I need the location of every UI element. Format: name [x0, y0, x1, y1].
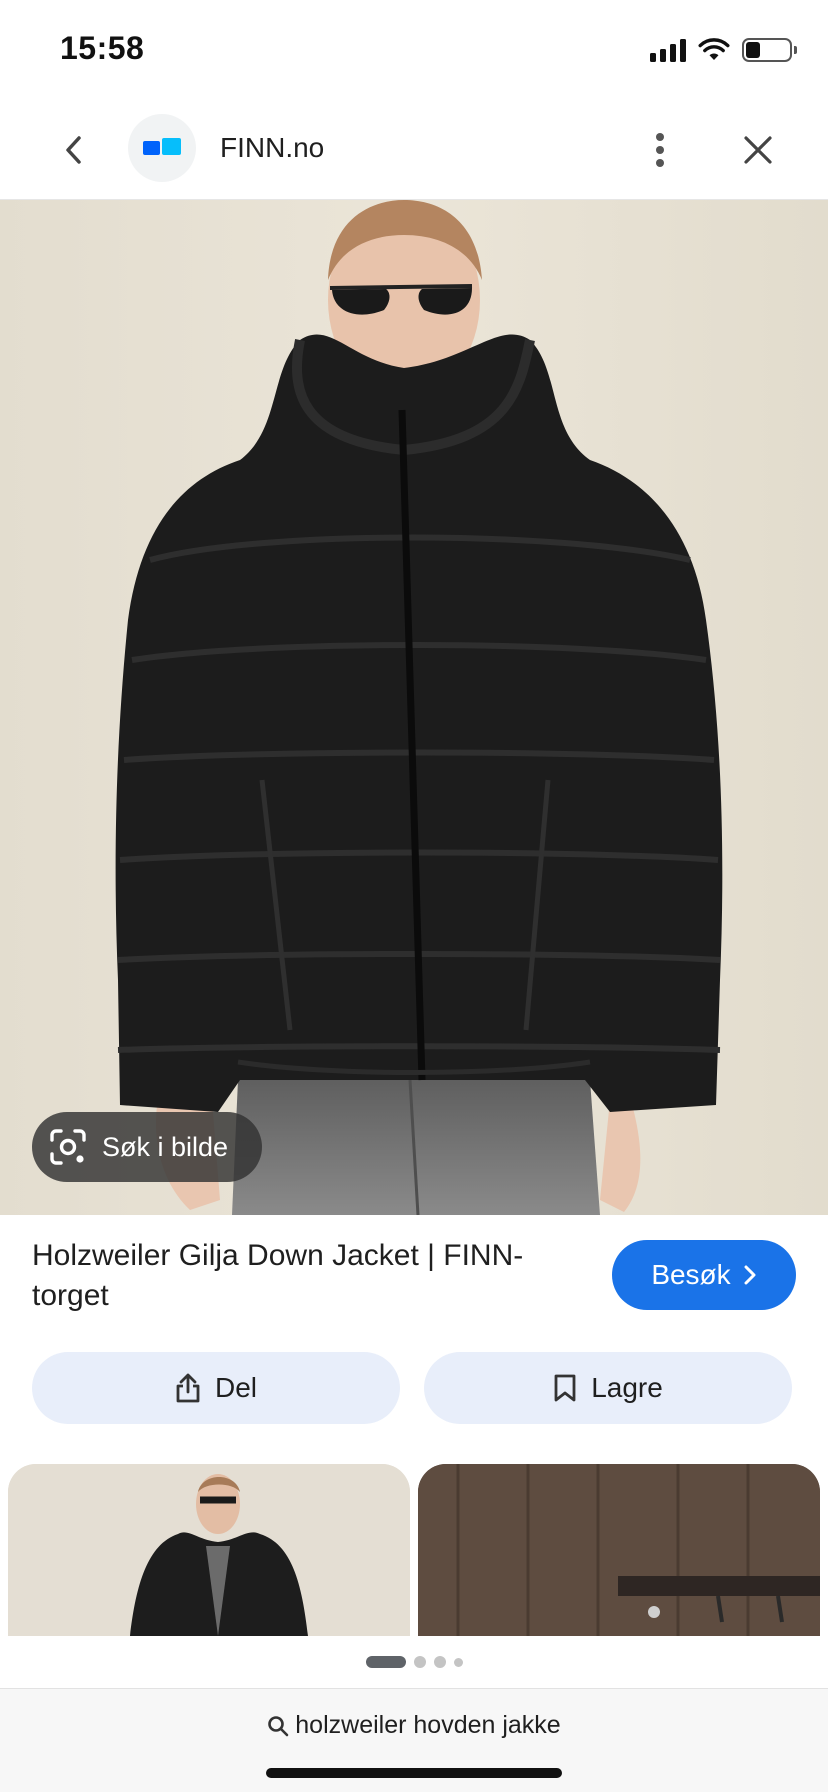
- page-dot: [413, 1656, 426, 1668]
- save-button-label: Lagre: [591, 1372, 663, 1403]
- hero-photo: [0, 200, 828, 1215]
- share-button[interactable]: Del: [32, 1352, 400, 1424]
- result-title[interactable]: Holzweiler Gilja Down Jacket | FINN-torg…: [32, 1236, 572, 1316]
- search-icon: [268, 1715, 289, 1736]
- page-dot: [453, 1657, 463, 1667]
- chevron-left-icon: [66, 136, 81, 164]
- hero-image[interactable]: Søk i bilde: [0, 200, 828, 1215]
- status-bar: 15:58: [0, 0, 828, 100]
- site-favicon[interactable]: [128, 114, 196, 182]
- wifi-icon: [698, 38, 730, 60]
- related-image[interactable]: [418, 1464, 820, 1636]
- page-dot-active: [365, 1656, 406, 1668]
- search-in-image-chip[interactable]: Søk i bilde: [32, 1112, 262, 1182]
- share-button-label: Del: [214, 1372, 257, 1403]
- related-photo: [418, 1464, 820, 1636]
- finn-logo: [143, 138, 181, 155]
- visit-button[interactable]: Besøk: [612, 1240, 796, 1310]
- home-indicator[interactable]: [266, 1768, 562, 1778]
- lens-camera-icon: [50, 1129, 86, 1165]
- status-icons: [650, 36, 797, 64]
- page-dot: [433, 1656, 446, 1668]
- chevron-right-icon: [744, 1265, 756, 1285]
- search-in-image-label: Søk i bilde: [102, 1131, 229, 1162]
- share-icon: [176, 1373, 200, 1403]
- signal-icon: [650, 38, 686, 62]
- related-photo: [8, 1464, 410, 1636]
- save-button[interactable]: Lagre: [424, 1352, 792, 1424]
- close-button[interactable]: [734, 126, 782, 174]
- more-options-button[interactable]: [640, 126, 680, 174]
- battery-icon: [742, 38, 797, 62]
- search-query-button[interactable]: holzweiler hovden jakke: [0, 1711, 828, 1740]
- bottom-search-bar: holzweiler hovden jakke: [0, 1688, 828, 1792]
- more-vert-icon: [656, 133, 664, 167]
- related-image[interactable]: [8, 1464, 410, 1636]
- search-query-text: holzweiler hovden jakke: [295, 1711, 561, 1739]
- pagination-dots: [0, 1640, 828, 1684]
- visit-button-label: Besøk: [651, 1259, 731, 1290]
- back-button[interactable]: [52, 128, 96, 172]
- site-name[interactable]: FINN.no: [220, 132, 324, 164]
- bookmark-icon: [554, 1374, 576, 1402]
- close-icon: [744, 136, 772, 164]
- header-bar: FINN.no: [0, 100, 828, 200]
- status-time: 15:58: [60, 30, 145, 66]
